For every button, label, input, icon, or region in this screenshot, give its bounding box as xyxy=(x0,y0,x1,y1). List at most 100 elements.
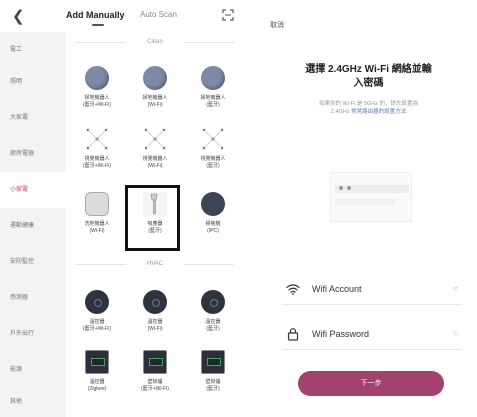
device-tile[interactable]: 視覺機器人 (藍牙) xyxy=(189,127,237,187)
thermostat-icon xyxy=(85,290,109,314)
eye-icon[interactable]: ◎ xyxy=(453,330,458,337)
page-title-line-2: 入密碼 xyxy=(353,78,384,89)
selection-highlight-frame xyxy=(125,185,180,251)
active-tab-indicator xyxy=(92,24,104,26)
illustration-bar xyxy=(335,199,395,205)
device-label: 溫控器 (藍牙+Wi-Fi) xyxy=(83,319,111,332)
hint-line-2: 2.4GHz 常見路由器的設置方法 xyxy=(280,108,457,116)
next-button[interactable]: 下一步 xyxy=(298,371,444,396)
device-label: 掃拖機 (IPC) xyxy=(205,221,221,234)
sidebar-item[interactable]: 廚房電器 xyxy=(0,136,66,172)
tab-auto-scan[interactable]: Auto Scan xyxy=(140,10,177,19)
device-label: 掃地機器人 (藍牙) xyxy=(200,95,226,108)
device-label: 溫控器 (Zigbee) xyxy=(87,379,107,392)
sidebar-item[interactable]: 照明 xyxy=(0,64,66,100)
device-tile[interactable]: 壁掛爐 (藍牙) xyxy=(189,350,237,410)
illustration-dot xyxy=(339,186,343,190)
wifi-icon xyxy=(286,282,300,296)
sidebar-item-label: 大家電 xyxy=(10,115,29,121)
device-tile[interactable]: 視覺機器人 (藍牙+Wi-Fi) xyxy=(73,127,121,187)
wifi-password-field[interactable]: Wifi Password ◎ xyxy=(282,323,462,345)
mop-robot-icon xyxy=(85,192,109,216)
device-label: 掃地機器人 (藍牙+Wi-Fi) xyxy=(83,95,111,108)
sidebar-item-label: 能源 xyxy=(10,367,23,373)
category-sidebar: 電工 照明 大家電 廚房電器 小家電 運動健康 安防監控 感測器 戶外出行 能源… xyxy=(0,32,66,417)
wifi-setup-screen: 取消 選擇 2.4GHz Wi-Fi 網絡並輸 入密碼 如果你的 Wi-Fi 是… xyxy=(260,0,477,417)
frequency-hint: 如果你的 Wi-Fi 是 5GHz 的，請先設置為 2.4GHz 常見路由器的設… xyxy=(280,100,457,116)
illustration-dot xyxy=(347,186,351,190)
sidebar-item-active[interactable]: 小家電 xyxy=(0,172,66,208)
vision-robot-icon xyxy=(201,127,225,151)
top-bar: ❮ Add Manually Auto Scan xyxy=(0,0,244,36)
sidebar-item-label: 感測器 xyxy=(10,295,29,301)
sidebar-item-label: 安防監控 xyxy=(10,259,35,265)
device-tile[interactable]: 溫控器 (藍牙+Wi-Fi) xyxy=(73,290,121,350)
chevron-left-icon[interactable]: ❮ xyxy=(12,7,25,25)
device-label: 視覺機器人 (藍牙) xyxy=(200,156,226,169)
thermostat-icon xyxy=(201,290,225,314)
router-settings-illustration xyxy=(330,172,412,222)
sidebar-item[interactable]: 大家電 xyxy=(0,100,66,136)
section-divider xyxy=(184,264,234,265)
field-divider xyxy=(282,349,462,350)
cancel-button[interactable]: 取消 xyxy=(270,20,284,30)
wifi-account-field[interactable]: Wifi Account ⇄ xyxy=(282,278,462,300)
thermostat-display-icon xyxy=(143,350,167,374)
device-label: 視覺機器人 (Wi-Fi) xyxy=(142,156,168,169)
tab-add-manually[interactable]: Add Manually xyxy=(66,10,125,20)
vision-robot-icon xyxy=(85,127,109,151)
device-tile[interactable]: 視覺機器人 (Wi-Fi) xyxy=(131,127,179,187)
sidebar-item-label: 照明 xyxy=(10,79,23,85)
sidebar-item[interactable]: 其他 xyxy=(0,384,66,417)
device-label: 壁掛爐 (藍牙) xyxy=(205,379,221,392)
vision-robot-icon xyxy=(143,127,167,151)
device-tile[interactable]: 掃地機器人 (藍牙) xyxy=(189,66,237,126)
device-label: 洗地機器人 (Wi-Fi) xyxy=(84,221,110,234)
wifi-password-label: Wifi Password xyxy=(312,329,370,339)
robot-vacuum-icon xyxy=(85,66,109,90)
sidebar-item-label: 廚房電器 xyxy=(10,151,35,157)
device-label: 溫控器 (Wi-Fi) xyxy=(147,319,163,332)
robot-vacuum-icon xyxy=(201,66,225,90)
sidebar-item-label: 小家電 xyxy=(10,187,29,193)
device-label: 溫控器 (藍牙) xyxy=(205,319,221,332)
sidebar-item[interactable]: 運動健康 xyxy=(0,208,66,244)
device-tile[interactable]: 掃地機器人 (藍牙+Wi-Fi) xyxy=(73,66,121,126)
device-tile[interactable]: 掃拖機 (IPC) xyxy=(189,192,237,252)
device-tile[interactable]: 溫控器 (Wi-Fi) xyxy=(131,290,179,350)
sidebar-item-label: 其他 xyxy=(10,399,23,405)
sidebar-item[interactable]: 電工 xyxy=(0,32,66,68)
screen-gap xyxy=(244,0,260,417)
hint-text-2: 2.4GHz xyxy=(330,109,350,115)
robot-vacuum-icon xyxy=(143,66,167,90)
page-title: 選擇 2.4GHz Wi-Fi 網絡並輸 入密碼 xyxy=(260,63,477,91)
section-divider xyxy=(184,42,234,43)
lock-icon xyxy=(286,327,300,341)
sidebar-item-label: 戶外出行 xyxy=(10,331,35,337)
sidebar-item[interactable]: 能源 xyxy=(0,352,66,388)
illustration-bar xyxy=(335,185,409,193)
sidebar-item[interactable]: 安防監控 xyxy=(0,244,66,280)
sidebar-item[interactable]: 戶外出行 xyxy=(0,316,66,352)
device-label: 視覺機器人 (藍牙+Wi-Fi) xyxy=(83,156,111,169)
thermostat-display-icon xyxy=(201,350,225,374)
hint-text: 如果你的 Wi-Fi 是 5GHz 的，請先設置為 xyxy=(319,101,418,107)
device-tile[interactable]: 掃地機器人 (Wi-Fi) xyxy=(131,66,179,126)
device-tile[interactable]: 溫控器 (Zigbee) xyxy=(73,350,121,410)
thermostat-display-icon xyxy=(85,350,109,374)
robot-vacuum-icon xyxy=(201,192,225,216)
device-label: 掃地機器人 (Wi-Fi) xyxy=(142,95,168,108)
sidebar-item[interactable]: 感測器 xyxy=(0,280,66,316)
router-help-link[interactable]: 常見路由器的設置方法 xyxy=(351,109,406,115)
sidebar-item-label: 電工 xyxy=(10,47,23,53)
wifi-account-label: Wifi Account xyxy=(312,284,362,294)
scan-frame-icon[interactable] xyxy=(222,9,234,21)
device-label: 壁掛爐 (藍牙+Wi-Fi) xyxy=(141,379,169,392)
field-divider xyxy=(282,304,462,305)
swap-icon[interactable]: ⇄ xyxy=(453,285,458,292)
device-tile[interactable]: 溫控器 (藍牙) xyxy=(189,290,237,350)
device-tile[interactable]: 洗地機器人 (Wi-Fi) xyxy=(73,192,121,252)
device-category-screen: ❮ Add Manually Auto Scan 電工 照明 大家電 廚房電器 … xyxy=(0,0,244,417)
sidebar-item-label: 運動健康 xyxy=(10,223,35,229)
device-tile[interactable]: 壁掛爐 (藍牙+Wi-Fi) xyxy=(131,350,179,410)
